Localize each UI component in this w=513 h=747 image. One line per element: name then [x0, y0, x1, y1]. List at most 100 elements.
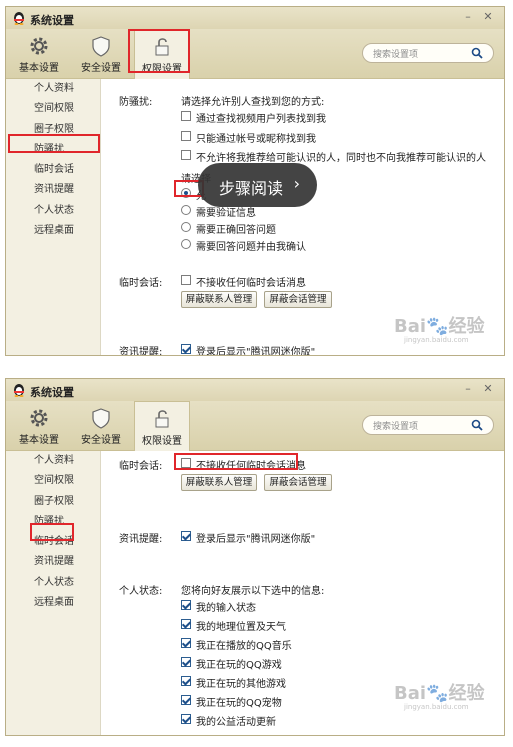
temp-session-option: 不接收任何临时会话消息	[196, 278, 306, 289]
status-checkbox[interactable]	[181, 657, 191, 667]
sidebar-item-news[interactable]: 资讯提醒	[6, 180, 100, 200]
toolbar: 基本设置 安全设置 权限设置 搜索设置项	[6, 29, 504, 79]
status-item-label: 我的地理位置及天气	[196, 622, 286, 633]
sidebar-item-temp-session[interactable]: 临时会话	[6, 160, 100, 180]
shield-icon	[92, 408, 110, 429]
sidebar-item-news[interactable]: 资讯提醒	[6, 552, 100, 572]
unlock-icon	[155, 410, 169, 428]
news-option: 登录后显示"腾讯网迷你版"	[196, 534, 316, 545]
qq-penguin-icon	[14, 384, 24, 397]
qq-penguin-icon	[14, 12, 24, 25]
status-checkbox[interactable]	[181, 600, 191, 610]
verify-option-label: 需要正确回答问题	[196, 225, 276, 236]
news-checkbox[interactable]	[181, 344, 191, 354]
news-option: 登录后显示"腾讯网迷你版"	[196, 347, 316, 356]
status-item-label: 我正在玩的QQ宠物	[196, 698, 282, 709]
sidebar: 个人资料 空间权限 圈子权限 防骚扰 临时会话 资讯提醒 个人状态 远程桌面	[6, 79, 100, 355]
step-reading-overlay[interactable]: 步骤阅读 ›	[198, 163, 317, 207]
overlay-text: 步骤阅读	[219, 179, 284, 198]
status-item-label: 我的输入状态	[196, 603, 256, 614]
status-checkbox[interactable]	[181, 695, 191, 705]
tab-label: 安全设置	[81, 63, 121, 74]
window-title: 系统设置	[30, 14, 74, 27]
block-sessions-button[interactable]: 屏蔽会话管理	[264, 474, 332, 491]
search-input[interactable]: 搜索设置项	[362, 415, 494, 435]
status-checkbox[interactable]	[181, 676, 191, 686]
watermark-url: jingyan.baidu.com	[404, 703, 469, 711]
highlight-box-temp-session-option	[174, 453, 298, 470]
gear-icon	[30, 409, 48, 427]
news-label: 资讯提醒:	[119, 534, 163, 545]
search-placeholder: 搜索设置项	[373, 50, 419, 60]
tab-label: 基本设置	[19, 435, 59, 446]
find-option-label: 通过查找视频用户列表找到我	[196, 114, 326, 125]
status-checkbox[interactable]	[181, 638, 191, 648]
status-checkbox[interactable]	[181, 714, 191, 724]
find-option-label: 只能通过帐号或昵称找到我	[196, 134, 316, 145]
minimize-button[interactable]: –	[460, 382, 476, 396]
status-item-label: 我的公益活动更新	[196, 717, 276, 728]
block-sessions-button[interactable]: 屏蔽会话管理	[264, 291, 332, 308]
find-prompt: 请选择允许别人查找到您的方式:	[181, 97, 325, 108]
sidebar-item-circle[interactable]: 圈子权限	[6, 492, 100, 512]
block-contacts-button[interactable]: 屏蔽联系人管理	[181, 291, 257, 308]
status-label: 个人状态:	[119, 586, 163, 597]
settings-window-2: 系统设置 – ✕ 基本设置 安全设置 权限设置 搜索设置项 个人资料 空间权限 …	[5, 378, 505, 736]
watermark-logo: Bai🐾经验	[394, 316, 485, 337]
shield-icon	[92, 36, 110, 57]
tab-security-settings[interactable]: 安全设置	[72, 29, 130, 79]
status-item-label: 我正在玩的QQ游戏	[196, 660, 282, 671]
tab-label: 权限设置	[142, 436, 182, 447]
find-option-checkbox[interactable]	[181, 150, 191, 160]
sidebar-item-status[interactable]: 个人状态	[6, 573, 100, 593]
sidebar: 个人资料 空间权限 圈子权限 防骚扰 临时会话 资讯提醒 个人状态 远程桌面	[6, 451, 100, 735]
status-item-label: 我正在播放的QQ音乐	[196, 641, 292, 652]
title-bar: 系统设置 – ✕	[6, 7, 504, 29]
search-placeholder: 搜索设置项	[373, 422, 419, 432]
sidebar-item-space[interactable]: 空间权限	[6, 99, 100, 119]
find-option-label: 不允许将我推荐给可能认识的人，同时也不向我推荐可能认识的人	[196, 153, 486, 164]
search-input[interactable]: 搜索设置项	[362, 43, 494, 63]
verify-radio[interactable]	[181, 205, 191, 215]
sidebar-item-profile[interactable]: 个人资料	[6, 79, 100, 99]
temp-session-checkbox[interactable]	[181, 275, 191, 285]
tab-permission-settings[interactable]: 权限设置	[134, 401, 190, 451]
sidebar-item-remote[interactable]: 远程桌面	[6, 221, 100, 241]
minimize-button[interactable]: –	[460, 10, 476, 24]
find-option-checkbox[interactable]	[181, 131, 191, 141]
sidebar-item-remote[interactable]: 远程桌面	[6, 593, 100, 613]
sidebar-item-status[interactable]: 个人状态	[6, 201, 100, 221]
tab-label: 安全设置	[81, 435, 121, 446]
status-prompt: 您将向好友展示以下选中的信息:	[181, 586, 325, 597]
highlight-box-temp-session-sidebar	[30, 523, 74, 541]
close-button[interactable]: ✕	[480, 10, 496, 24]
highlight-box-permission-tab	[128, 29, 190, 73]
temp-session-label: 临时会话:	[119, 461, 163, 472]
verify-radio[interactable]	[181, 222, 191, 232]
tab-basic-settings[interactable]: 基本设置	[10, 401, 68, 451]
chevron-right-icon: ›	[293, 174, 300, 193]
status-checkbox[interactable]	[181, 619, 191, 629]
tab-security-settings[interactable]: 安全设置	[72, 401, 130, 451]
find-option-checkbox[interactable]	[181, 111, 191, 121]
window-title: 系统设置	[30, 386, 74, 399]
tab-label: 基本设置	[19, 63, 59, 74]
tab-basic-settings[interactable]: 基本设置	[10, 29, 68, 79]
watermark-url: jingyan.baidu.com	[404, 336, 469, 344]
status-item-label: 我正在玩的其他游戏	[196, 679, 286, 690]
highlight-box-anti-harass	[8, 134, 100, 153]
verify-radio[interactable]	[181, 239, 191, 249]
verify-option-label: 需要回答问题并由我确认	[196, 242, 306, 253]
block-contacts-button[interactable]: 屏蔽联系人管理	[181, 474, 257, 491]
temp-session-label: 临时会话:	[119, 278, 163, 289]
search-icon[interactable]	[471, 419, 483, 431]
title-bar: 系统设置 – ✕	[6, 379, 504, 401]
news-label: 资讯提醒:	[119, 347, 163, 356]
news-checkbox[interactable]	[181, 531, 191, 541]
sidebar-item-profile[interactable]: 个人资料	[6, 451, 100, 471]
close-button[interactable]: ✕	[480, 382, 496, 396]
search-icon[interactable]	[471, 47, 483, 59]
sidebar-item-space[interactable]: 空间权限	[6, 471, 100, 491]
gear-icon	[30, 37, 48, 55]
toolbar: 基本设置 安全设置 权限设置 搜索设置项	[6, 401, 504, 451]
